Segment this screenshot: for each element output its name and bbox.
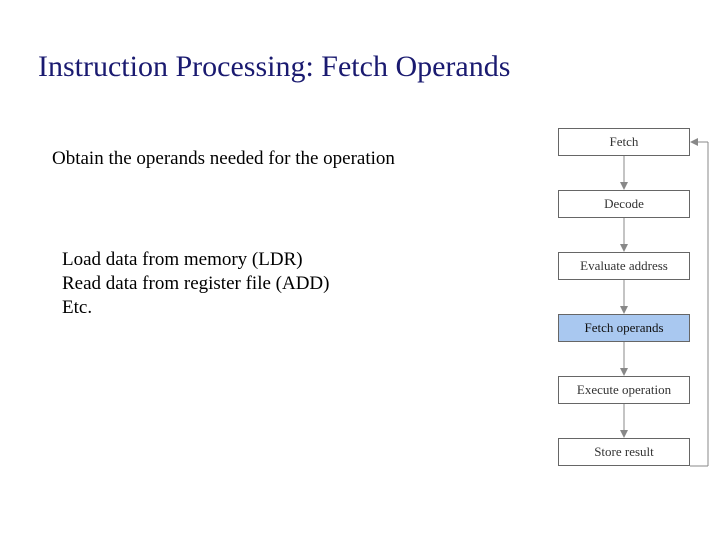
- flowchart: Fetch Decode Evaluate address Fetch oper…: [558, 128, 690, 466]
- subtitle-text: Obtain the operands needed for the opera…: [52, 148, 395, 170]
- flow-step-fetch-operands: Fetch operands: [558, 314, 690, 342]
- flow-step-execute-operation: Execute operation: [558, 376, 690, 404]
- flow-step-label: Store result: [594, 444, 654, 460]
- flow-step-decode: Decode: [558, 190, 690, 218]
- body-text: Load data from memory (LDR) Read data fr…: [62, 248, 329, 319]
- body-line-3: Etc.: [62, 296, 329, 320]
- flow-step-label: Fetch: [610, 134, 639, 150]
- flow-step-label: Evaluate address: [580, 258, 668, 274]
- flow-step-label: Execute operation: [577, 382, 671, 398]
- flow-arrow: [558, 156, 690, 190]
- flow-arrow: [558, 342, 690, 376]
- flow-arrow: [558, 218, 690, 252]
- flow-step-store-result: Store result: [558, 438, 690, 466]
- body-line-2: Read data from register file (ADD): [62, 272, 329, 296]
- flow-step-label: Decode: [604, 196, 644, 212]
- flow-arrow: [558, 404, 690, 438]
- flow-step-evaluate-address: Evaluate address: [558, 252, 690, 280]
- body-line-1: Load data from memory (LDR): [62, 248, 329, 272]
- page-title: Instruction Processing: Fetch Operands: [38, 50, 510, 84]
- flow-arrow: [558, 280, 690, 314]
- flow-step-fetch: Fetch: [558, 128, 690, 156]
- flow-step-label: Fetch operands: [584, 320, 663, 336]
